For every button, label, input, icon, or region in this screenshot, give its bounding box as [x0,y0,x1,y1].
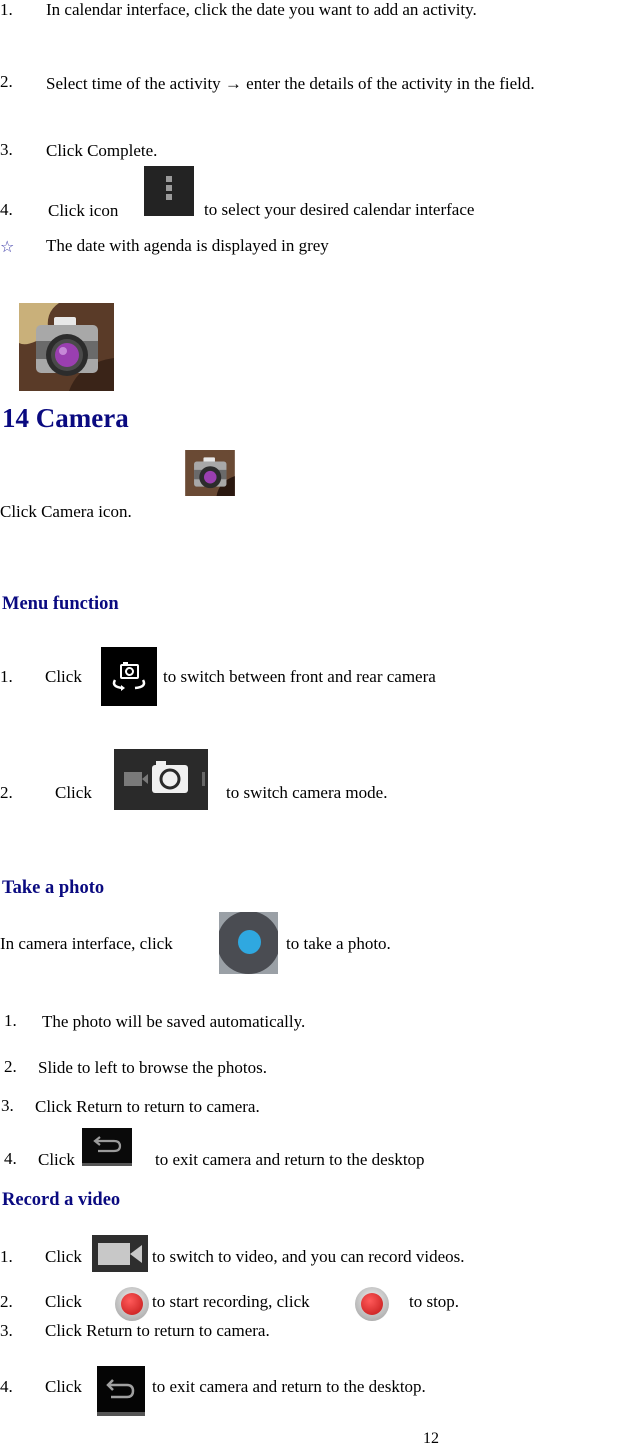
section-heading: Menu function [2,594,119,614]
step-text: Click [45,1377,82,1396]
step-text: Click icon [48,201,119,220]
step-text: Click [38,1150,75,1169]
step-text: to exit camera and return to the desktop [155,1150,425,1169]
step-number: 1. [0,0,13,19]
step-number: 4. [0,1377,13,1396]
camera-app-icon [185,450,235,496]
step-text: Select time of the activity → enter the … [46,74,535,93]
step-text: Click Return to return to camera. [35,1097,260,1116]
step-text: In calendar interface, click the date yo… [46,0,477,19]
step-number: 4. [4,1149,17,1168]
step-text: Click [55,783,92,802]
step-text: to stop. [409,1292,460,1311]
overflow-menu-icon [144,166,194,216]
step-number: 1. [0,667,13,686]
step-number: 3. [0,1321,13,1340]
step-text: Click Complete. [46,141,158,160]
camera-app-icon [19,303,114,391]
step-text: Click Return to return to camera. [45,1321,270,1340]
page-number: 12 [423,1430,439,1447]
intro-text: to take a photo. [286,934,391,953]
step-text: Click [45,1292,82,1311]
intro-text: Click Camera icon. [0,502,132,521]
section-heading: Take a photo [2,878,105,898]
step-number: 2. [0,1292,13,1311]
back-icon [82,1128,132,1166]
step-text: to switch camera mode. [226,783,388,802]
video-camera-icon [92,1235,148,1272]
note-text: The date with agenda is displayed in gre… [46,236,329,255]
step-number: 1. [4,1011,17,1030]
section-heading: Record a video [2,1190,121,1210]
back-icon [97,1366,145,1416]
switch-camera-icon [101,647,157,706]
step-text: to switch between front and rear camera [163,667,436,686]
step-text: Slide to left to browse the photos. [38,1058,268,1077]
stop-button-icon[interactable] [355,1287,389,1321]
step-text: to start recording, click [152,1292,310,1311]
step-number: 1. [0,1247,13,1266]
section-title: 14 Camera [2,403,129,433]
step-number: 2. [0,783,13,802]
record-button-icon[interactable] [115,1287,149,1321]
step-text: to switch to video, and you can record v… [152,1247,465,1266]
step-number: 2. [0,72,13,91]
step-number: 3. [1,1096,14,1115]
step-text: Click [45,1247,82,1266]
camera-mode-icon [114,749,208,810]
star-bullet-icon: ☆ [0,237,15,256]
step-number: 3. [0,140,13,159]
step-text: to exit camera and return to the desktop… [152,1377,426,1396]
shutter-button-icon[interactable] [219,912,278,974]
step-text: The photo will be saved automatically. [42,1012,306,1031]
intro-text: In camera interface, click [0,934,173,953]
step-text: Click [45,667,82,686]
step-number: 4. [0,200,13,219]
step-number: 2. [4,1057,17,1076]
step-text: to select your desired calendar interfac… [204,200,475,219]
